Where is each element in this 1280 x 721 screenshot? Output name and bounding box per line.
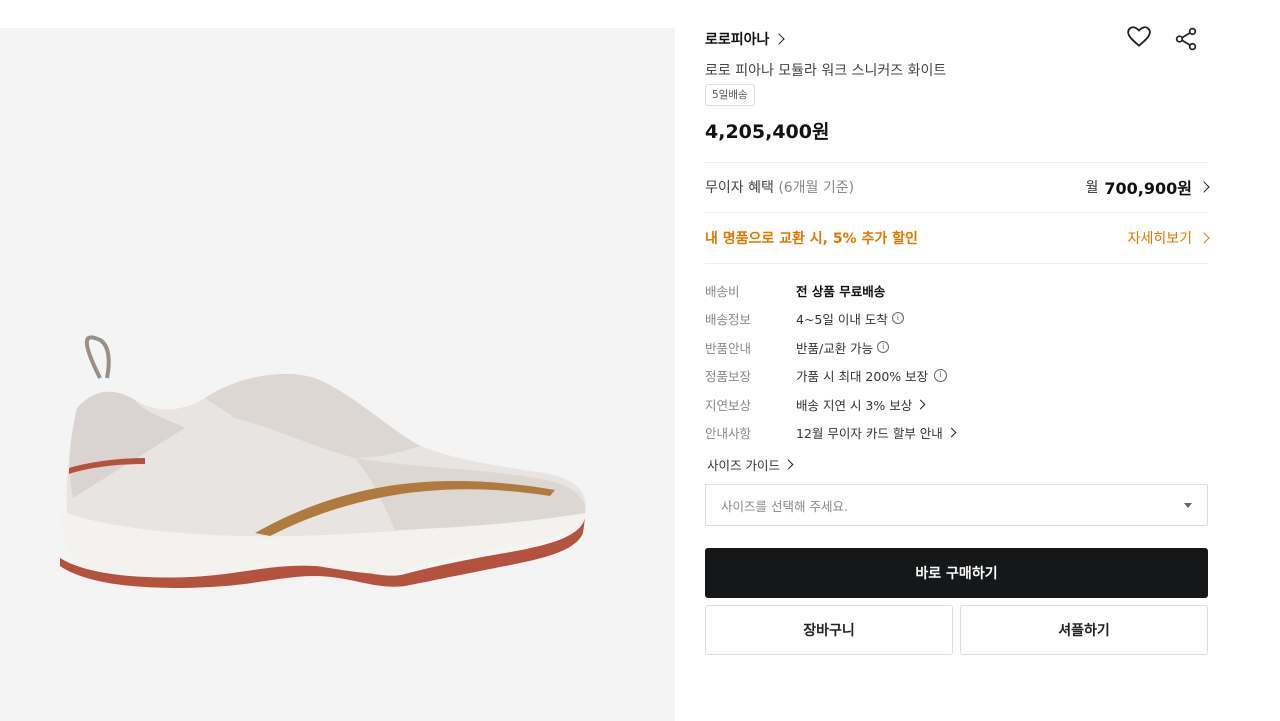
chevron-right-icon (1198, 181, 1210, 193)
chevron-right-icon (946, 427, 957, 437)
info-value-wrap[interactable]: 반품/교환 가능 i (796, 338, 890, 357)
divider (705, 212, 1208, 213)
info-label: 반품안내 (705, 340, 752, 356)
chevron-right-icon (1198, 232, 1210, 244)
size-select-placeholder: 사이즈를 선택해 주세요. (721, 498, 848, 514)
info-value: 배송 지연 시 3% 보상 (796, 397, 913, 413)
share-icon[interactable] (1173, 26, 1199, 52)
chevron-right-icon (773, 33, 786, 45)
installment-prefix: 월 (1085, 180, 1099, 196)
info-value: 가품 시 최대 200% 보장 (796, 368, 929, 384)
installment-title: 무이자 혜택 (705, 180, 774, 196)
shipping-badge: 5일배송 (705, 84, 755, 106)
info-label: 안내사항 (705, 425, 752, 441)
info-label: 배송정보 (705, 311, 752, 327)
size-select[interactable]: 사이즈를 선택해 주세요. (705, 484, 1208, 526)
info-value: 반품/교환 가능 (796, 340, 874, 356)
promo-text: 내 명품으로 교환 시, 5% 추가 할인 (705, 231, 918, 247)
info-row-shipping-info: 배송정보 4~5일 이내 도착 i (705, 308, 1208, 328)
info-value-wrap[interactable]: 가품 시 최대 200% 보장 i (796, 366, 948, 385)
info-value: 12월 무이자 카드 할부 안내 (796, 425, 943, 441)
promo-row[interactable]: 내 명품으로 교환 시, 5% 추가 할인 자세히보기 (705, 227, 1210, 249)
heart-icon[interactable] (1126, 24, 1152, 50)
info-row-authenticity: 정품보장 가품 시 최대 200% 보장 i (705, 365, 1208, 385)
chevron-right-icon (783, 459, 794, 470)
chevron-right-icon (915, 399, 926, 409)
info-label: 배송비 (705, 283, 740, 299)
product-price: 4,205,400원 (705, 121, 830, 143)
info-icon[interactable]: i (891, 312, 904, 324)
info-icon[interactable]: i (877, 341, 890, 353)
sell-button[interactable]: 셔플하기 (960, 605, 1208, 655)
info-value: 전 상품 무료배송 (796, 283, 886, 299)
add-to-cart-button[interactable]: 장바구니 (705, 605, 953, 655)
info-value-link[interactable]: 12월 무이자 카드 할부 안내 (796, 423, 957, 442)
product-name: 로로 피아나 모듈라 워크 스니커즈 화이트 (705, 63, 947, 79)
brand-link[interactable]: 로로피아나 (705, 28, 786, 50)
info-row-notice: 안내사항 12월 무이자 카드 할부 안내 (705, 422, 1208, 442)
size-guide-label: 사이즈 가이드 (707, 458, 780, 473)
info-row-return: 반품안내 반품/교환 가능 i (705, 337, 1208, 357)
info-icon[interactable]: i (934, 368, 948, 382)
product-image-area (0, 28, 675, 721)
info-row-delay-compensation: 지연보상 배송 지연 시 3% 보상 (705, 394, 1208, 414)
installment-amount-link[interactable]: 월 700,900원 (1085, 175, 1210, 199)
promo-detail-link[interactable]: 자세히보기 (1127, 228, 1210, 248)
promo-link-label: 자세히보기 (1127, 231, 1192, 247)
divider (705, 263, 1208, 264)
top-bar (0, 0, 1280, 28)
info-row-shipping-fee: 배송비 전 상품 무료배송 (705, 280, 1208, 300)
installment-period: (6개월 기준) (778, 180, 855, 196)
installment-label: 무이자 혜택 (6개월 기준) (705, 177, 854, 197)
installment-amount: 700,900원 (1104, 179, 1192, 198)
info-value-wrap[interactable]: 4~5일 이내 도착 i (796, 309, 904, 328)
buy-now-button[interactable]: 바로 구매하기 (705, 548, 1208, 598)
size-guide-link[interactable]: 사이즈 가이드 (707, 455, 794, 474)
info-value: 4~5일 이내 도착 (796, 311, 888, 327)
installment-row[interactable]: 무이자 혜택 (6개월 기준) 월 700,900원 (705, 175, 1210, 199)
info-label: 지연보상 (705, 397, 752, 413)
divider (705, 162, 1208, 163)
caret-down-icon (1184, 502, 1192, 508)
product-image (60, 335, 588, 588)
info-value-link[interactable]: 배송 지연 시 3% 보상 (796, 395, 926, 414)
brand-name: 로로피아나 (705, 32, 770, 48)
info-label: 정품보장 (705, 368, 752, 384)
